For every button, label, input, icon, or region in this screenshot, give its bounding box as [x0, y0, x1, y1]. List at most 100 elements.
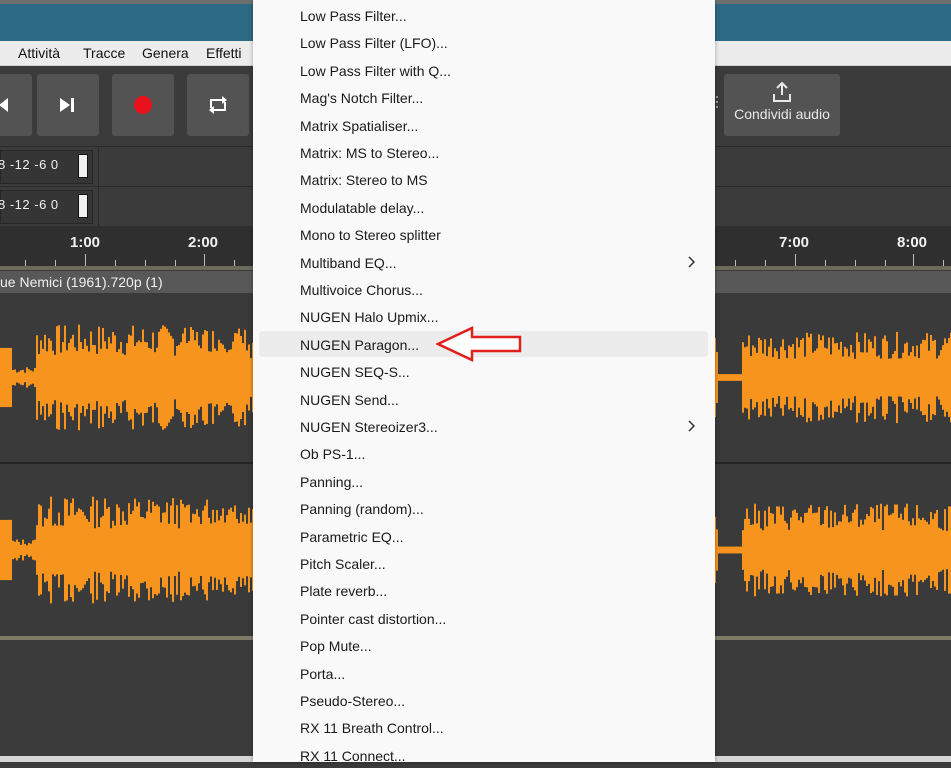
menu-item-label: Pseudo-Stereo... — [300, 693, 406, 709]
title-bar-image-strip — [0, 0, 253, 4]
menu-item-label: Multivoice Chorus... — [300, 282, 423, 298]
menu-item-label: NUGEN Stereoizer3... — [300, 419, 438, 435]
menu-item-pseudo-stereo[interactable]: Pseudo-Stereo... — [259, 687, 708, 713]
share-icon — [773, 81, 791, 102]
menu-item-label: Low Pass Filter with Q... — [300, 62, 451, 79]
menu-item-label: Plate reverb... — [300, 583, 388, 600]
ruler-tick — [234, 260, 235, 266]
menu-item-label: NUGEN Send... — [300, 391, 399, 408]
meter-divider — [98, 147, 99, 186]
ruler-tick — [25, 260, 26, 266]
menu-item-label: Modulatable delay... — [300, 199, 425, 216]
ruler-tick — [55, 260, 56, 266]
ruler-label: 7:00 — [779, 234, 810, 251]
share-audio-label: Condividi audio — [734, 106, 830, 122]
menu-item-multiband-eq[interactable]: Multiband EQ... — [259, 249, 708, 275]
menu-item-label: Ob PS-1... — [300, 446, 366, 463]
menu-item-nugen-stereoizer3[interactable]: NUGEN Stereoizer3... — [259, 413, 708, 439]
menu-item-label: Pitch Scaler... — [300, 556, 386, 572]
ruler-tick — [943, 260, 944, 266]
title-bar-image-strip — [716, 0, 951, 4]
meter-divider — [98, 187, 99, 226]
ruler-tick — [175, 260, 176, 266]
menu-item-label: Matrix: Stereo to MS — [300, 172, 428, 189]
ruler-label: 1:00 — [70, 234, 101, 251]
meter-scale: 8 -12 -6 0 — [0, 157, 59, 172]
menu-item-label: RX 11 Connect... — [300, 747, 406, 764]
menu-item-low-pass-filter-with-q[interactable]: Low Pass Filter with Q... — [259, 57, 708, 83]
ruler-tick — [913, 254, 914, 266]
chevron-right-icon — [688, 256, 696, 268]
record-button[interactable] — [112, 74, 174, 136]
menu-genera[interactable]: Genera — [142, 45, 189, 61]
toolbar-grip — [716, 96, 719, 110]
menu-item-label: Parametric EQ... — [300, 528, 404, 545]
menu-item-rx-11-connect[interactable]: RX 11 Connect... — [259, 742, 708, 768]
menu-item-pitch-scaler[interactable]: Pitch Scaler... — [259, 550, 708, 576]
menu-item-label: Pop Mute... — [300, 638, 372, 655]
menu-tracce[interactable]: Tracce — [83, 45, 125, 61]
menu-item-label: Matrix Spatialiser... — [300, 117, 419, 134]
menu-item-label: Multiband EQ... — [300, 254, 397, 271]
ruler-tick — [825, 260, 826, 266]
menu-item-parametric-eq[interactable]: Parametric EQ... — [259, 523, 708, 549]
ruler-tick — [885, 260, 886, 266]
menu-item-mono-to-stereo-splitter[interactable]: Mono to Stereo splitter — [259, 221, 708, 247]
menu-item-multivoice-chorus[interactable]: Multivoice Chorus... — [259, 276, 708, 302]
menu-item-mag-s-notch-filter[interactable]: Mag's Notch Filter... — [259, 84, 708, 110]
menu-item-label: Mag's Notch Filter... — [300, 90, 424, 107]
skip-back-button[interactable] — [0, 74, 32, 136]
menu-item-pointer-cast-distortion[interactable]: Pointer cast distortion... — [259, 605, 708, 631]
menu-item-panning[interactable]: Panning... — [259, 468, 708, 494]
record-icon — [134, 96, 152, 114]
menu-item-label: Mono to Stereo splitter — [300, 227, 441, 244]
menu-item-label: Panning (random)... — [300, 501, 424, 518]
ruler-tick — [765, 260, 766, 266]
menu-item-label: Low Pass Filter (LFO)... — [300, 35, 448, 52]
menu-item-label: Matrix: MS to Stereo... — [300, 145, 440, 161]
menu-item-nugen-send[interactable]: NUGEN Send... — [259, 386, 708, 412]
menu-item-matrix-ms-to-stereo[interactable]: Matrix: MS to Stereo... — [259, 139, 708, 165]
skip-end-button[interactable] — [37, 74, 99, 136]
menu-item-ob-ps-1[interactable]: Ob PS-1... — [259, 440, 708, 466]
menu-item-nugen-seq-s[interactable]: NUGEN SEQ-S... — [259, 358, 708, 384]
skip-back-icon — [0, 98, 8, 112]
share-audio-button[interactable]: Condividi audio — [724, 74, 840, 136]
ruler-tick — [735, 260, 736, 266]
menu-item-matrix-spatialiser[interactable]: Matrix Spatialiser... — [259, 112, 708, 138]
annotation-arrow-icon — [436, 326, 522, 362]
ruler-tick — [115, 260, 116, 266]
track-name: ue Nemici (1961).720p (1) — [0, 274, 163, 290]
menu-item-rx-11-breath-control[interactable]: RX 11 Breath Control... — [259, 714, 708, 740]
menu-item-plate-reverb[interactable]: Plate reverb... — [259, 577, 708, 603]
menu-item-low-pass-filter[interactable]: Low Pass Filter... — [259, 2, 708, 28]
menu-item-panning-random[interactable]: Panning (random)... — [259, 495, 708, 521]
menu-item-modulatable-delay[interactable]: Modulatable delay... — [259, 194, 708, 220]
chevron-right-icon — [688, 420, 696, 432]
menu-item-label: Pointer cast distortion... — [300, 610, 447, 627]
meter-scale: 8 -12 -6 0 — [0, 197, 59, 212]
meter-slider-handle[interactable] — [78, 194, 88, 218]
ruler-tick — [85, 254, 86, 266]
menu-item-porta[interactable]: Porta... — [259, 660, 708, 686]
menu-item-label: NUGEN SEQ-S... — [300, 364, 410, 381]
ruler-label: 8:00 — [897, 234, 928, 251]
menu-attivita[interactable]: Attività — [18, 45, 60, 61]
ruler-tick — [145, 260, 146, 266]
menu-item-label: NUGEN Paragon... — [300, 336, 420, 353]
ruler-tick — [855, 260, 856, 266]
loop-icon — [209, 96, 227, 114]
meter-slider-handle[interactable] — [78, 154, 88, 178]
loop-button[interactable] — [187, 74, 249, 136]
menu-item-label: NUGEN Halo Upmix... — [300, 309, 439, 326]
menu-effetti[interactable]: Effetti — [206, 45, 242, 61]
menu-item-label: Porta... — [300, 665, 346, 682]
effects-dropdown-menu: Low Pass Filter... Low Pass Filter (LFO).… — [253, 0, 715, 764]
ruler-label: 2:00 — [188, 234, 219, 251]
menu-item-matrix-stereo-to-ms[interactable]: Matrix: Stereo to MS — [259, 166, 708, 192]
skip-end-icon — [60, 98, 74, 112]
menu-item-label: RX 11 Breath Control... — [300, 720, 444, 737]
menu-item-pop-mute[interactable]: Pop Mute... — [259, 632, 708, 658]
ruler-tick — [204, 254, 205, 266]
menu-item-low-pass-filter-lfo[interactable]: Low Pass Filter (LFO)... — [259, 29, 708, 55]
